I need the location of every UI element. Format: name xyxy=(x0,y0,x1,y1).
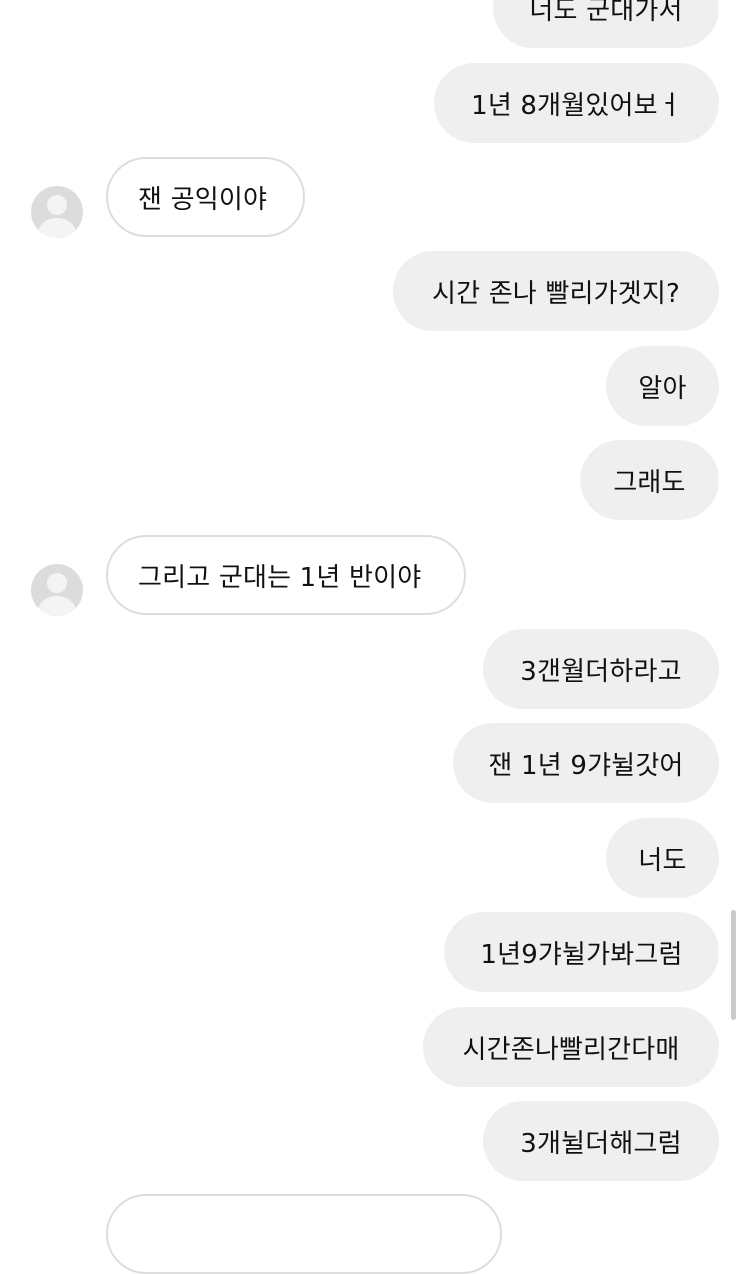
avatar-body-shape xyxy=(38,218,76,238)
default-profile-avatar-icon[interactable] xyxy=(31,186,83,238)
sent-message-bubble[interactable]: 3갠월더하라고 xyxy=(483,629,719,709)
message-text: 그래도 xyxy=(613,467,686,498)
received-message-bubble[interactable]: 그리고 군대는 1년 반이야 xyxy=(106,535,466,615)
message-text: 알아 xyxy=(638,373,687,404)
received-message-bubble-partial[interactable] xyxy=(106,1194,502,1274)
message-text: 시간 존나 빨리가겟지? xyxy=(431,278,680,309)
message-text: 너도 군대가서 xyxy=(529,0,683,26)
message-text: 너도 xyxy=(638,845,687,876)
avatar-body-shape xyxy=(38,596,76,616)
chat-thread[interactable]: 너도 군대가서 1년 8개월있어보ㅓ 잰 공익이야 시간 존나 빨리가겟지? 알… xyxy=(0,0,742,1274)
message-text: 그리고 군대는 1년 반이야 xyxy=(138,562,422,593)
message-text: 1년 8개월있어보ㅓ xyxy=(471,90,682,121)
sent-message-bubble[interactable]: 그래도 xyxy=(580,440,719,520)
message-text: 1년9갸뉠가봐그럼 xyxy=(480,939,683,970)
message-text: 시간존나빨리간다매 xyxy=(462,1034,680,1065)
sent-message-bubble[interactable]: 1년9갸뉠가봐그럼 xyxy=(444,912,719,992)
received-message-bubble[interactable]: 잰 공익이야 xyxy=(106,157,305,237)
sent-message-bubble[interactable]: 시간 존나 빨리가겟지? xyxy=(393,251,719,331)
avatar-head-shape xyxy=(47,195,67,215)
sent-message-bubble[interactable]: 너도 군대가서 xyxy=(493,0,719,48)
message-text: 잰 1년 9갸뉠갓어 xyxy=(488,750,684,781)
default-profile-avatar-icon[interactable] xyxy=(31,564,83,616)
message-text: 3갠월더하라고 xyxy=(520,656,682,687)
sent-message-bubble[interactable]: 3개뉠더해그럼 xyxy=(483,1101,719,1181)
message-text: 3개뉠더해그럼 xyxy=(520,1128,682,1159)
sent-message-bubble[interactable]: 시간존나빨리간다매 xyxy=(423,1007,719,1087)
sent-message-bubble[interactable]: 잰 1년 9갸뉠갓어 xyxy=(453,723,719,803)
sent-message-bubble[interactable]: 너도 xyxy=(606,818,719,898)
sent-message-bubble[interactable]: 1년 8개월있어보ㅓ xyxy=(434,63,719,143)
sent-message-bubble[interactable]: 알아 xyxy=(606,346,719,426)
message-text: 잰 공익이야 xyxy=(138,184,268,215)
scrollbar-thumb[interactable] xyxy=(731,910,736,1020)
avatar-head-shape xyxy=(47,573,67,593)
